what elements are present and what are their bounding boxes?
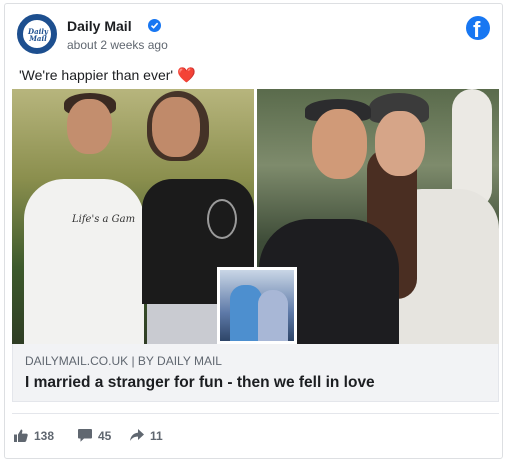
likes-count: 138 bbox=[34, 429, 55, 443]
verified-badge-icon bbox=[148, 19, 161, 32]
logo-text: Daily Mail bbox=[23, 28, 53, 42]
rose-print bbox=[207, 199, 237, 239]
woman-smiling-head bbox=[375, 111, 425, 176]
post-timestamp[interactable]: about 2 weeks ago bbox=[67, 38, 168, 52]
daily-mail-logo: Daily Mail bbox=[22, 19, 52, 49]
link-title[interactable]: I married a stranger for fun - then we f… bbox=[25, 374, 375, 392]
man-white-shirt bbox=[24, 179, 144, 344]
page-avatar[interactable]: Daily Mail bbox=[17, 14, 57, 54]
logo-text-line2: Mail bbox=[29, 34, 47, 43]
heart-emoji-icon: ❤️ bbox=[176, 67, 196, 84]
comments-count: 45 bbox=[98, 429, 112, 443]
man-head bbox=[67, 99, 112, 154]
shares-count: 11 bbox=[150, 429, 163, 443]
woman-head bbox=[152, 97, 200, 157]
link-preview-image[interactable]: Life's a Gam bbox=[12, 89, 499, 344]
post-header: Daily Mail Daily Mail about 2 weeks ago … bbox=[17, 14, 490, 58]
like-icon bbox=[14, 429, 28, 442]
woman-jeans bbox=[147, 304, 222, 344]
inset-person-light-jacket bbox=[258, 290, 288, 341]
inset-photo bbox=[217, 267, 297, 344]
shirt-text: Life's a Gam bbox=[72, 214, 136, 225]
comment-icon bbox=[78, 429, 92, 442]
man-smiling-head bbox=[312, 109, 367, 179]
link-preview-box[interactable]: DAILYMAIL.CO.UK | BY DAILY MAIL I marrie… bbox=[12, 344, 499, 402]
facebook-icon[interactable]: f bbox=[466, 16, 490, 42]
link-domain: DAILYMAIL.CO.UK | BY DAILY MAIL bbox=[25, 354, 222, 368]
post-text-content: 'We're happier than ever' bbox=[19, 67, 174, 83]
post-text: 'We're happier than ever' ❤️ bbox=[19, 66, 196, 84]
stats-divider bbox=[12, 413, 499, 414]
page-name[interactable]: Daily Mail bbox=[67, 18, 132, 34]
share-icon bbox=[130, 429, 144, 441]
